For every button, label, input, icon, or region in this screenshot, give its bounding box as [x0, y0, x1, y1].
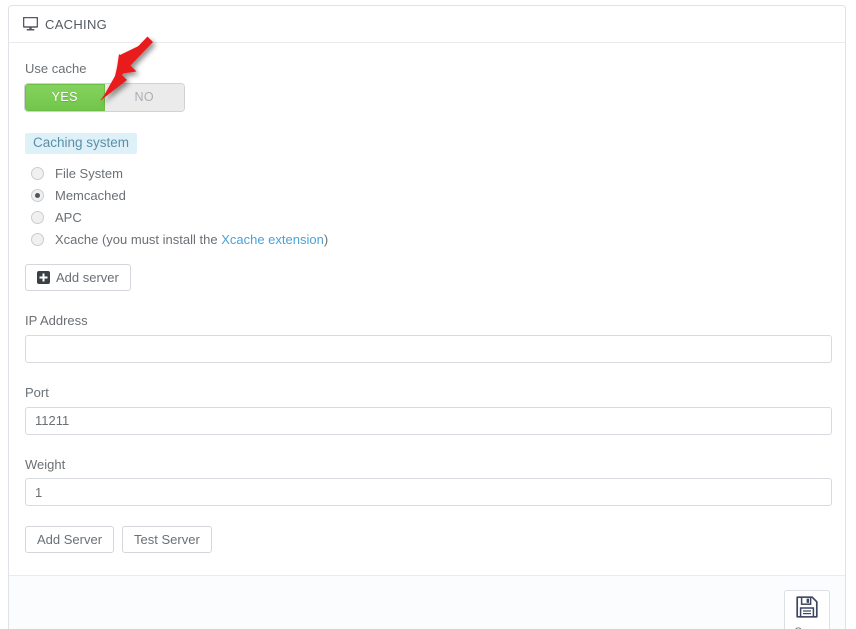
radio-option-xcache[interactable]: Xcache (you must install the Xcache exte…	[25, 228, 829, 250]
panel-body: Use cache YES NO Caching system File Sys…	[9, 43, 845, 575]
radio-option-file-system[interactable]: File System	[25, 162, 829, 184]
plus-square-icon	[37, 271, 56, 285]
weight-input[interactable]	[25, 478, 832, 507]
weight-group: Weight	[25, 456, 832, 507]
radio-option-apc[interactable]: APC	[25, 206, 829, 228]
port-label: Port	[25, 385, 49, 401]
port-input[interactable]	[25, 406, 832, 435]
ip-address-label: IP Address	[25, 313, 88, 329]
caching-settings-page: CACHING Use cache YES NO Caching system …	[0, 0, 856, 629]
panel-footer: Save	[9, 575, 845, 629]
use-cache-field: Use cache YES NO	[25, 61, 829, 111]
caching-panel: CACHING Use cache YES NO Caching system …	[8, 5, 846, 629]
radio-label: File System	[55, 165, 123, 181]
radio-label-suffix: )	[323, 231, 329, 247]
radio-label: Memcached	[55, 187, 126, 203]
use-cache-yes-button[interactable]: YES	[25, 83, 105, 111]
caching-system-section: Caching system File System Memcached APC	[25, 132, 829, 292]
use-cache-no-button[interactable]: NO	[104, 83, 184, 111]
monitor-icon	[23, 17, 38, 31]
add-server-button[interactable]: Add Server	[25, 526, 115, 554]
port-group: Port	[25, 385, 832, 435]
save-button[interactable]: Save	[784, 589, 830, 629]
test-server-button[interactable]: Test Server	[122, 526, 212, 554]
add-server-toolbar: Add server	[25, 264, 829, 292]
radio-label-text: Xcache (you must install the	[55, 231, 222, 247]
ip-address-input[interactable]	[25, 335, 832, 364]
weight-label: Weight	[25, 456, 66, 472]
panel-header: CACHING	[9, 6, 845, 43]
add-server-small-button-label: Add server	[56, 270, 119, 286]
floppy-disk-icon	[795, 595, 819, 624]
radio-label: APC	[55, 209, 82, 225]
use-cache-label: Use cache	[25, 61, 87, 76]
radio-icon[interactable]	[31, 232, 44, 246]
add-server-small-button[interactable]: Add server	[25, 264, 131, 292]
caching-system-legend: Caching system	[25, 132, 138, 155]
radio-label: Xcache (you must install the Xcache exte…	[55, 233, 328, 246]
radio-icon-selected[interactable]	[31, 188, 44, 202]
radio-option-memcached[interactable]: Memcached	[25, 184, 829, 206]
xcache-extension-link[interactable]: Xcache extension	[221, 232, 324, 247]
ip-address-group: IP Address	[25, 313, 832, 364]
server-actions: Add Server Test Server	[25, 526, 829, 554]
use-cache-toggle[interactable]: YES NO	[25, 83, 184, 111]
radio-icon[interactable]	[31, 210, 44, 224]
page-title: CACHING	[45, 16, 108, 32]
caching-system-radio-group[interactable]: File System Memcached APC Xcache (you mu…	[25, 162, 829, 250]
radio-icon[interactable]	[31, 166, 44, 180]
